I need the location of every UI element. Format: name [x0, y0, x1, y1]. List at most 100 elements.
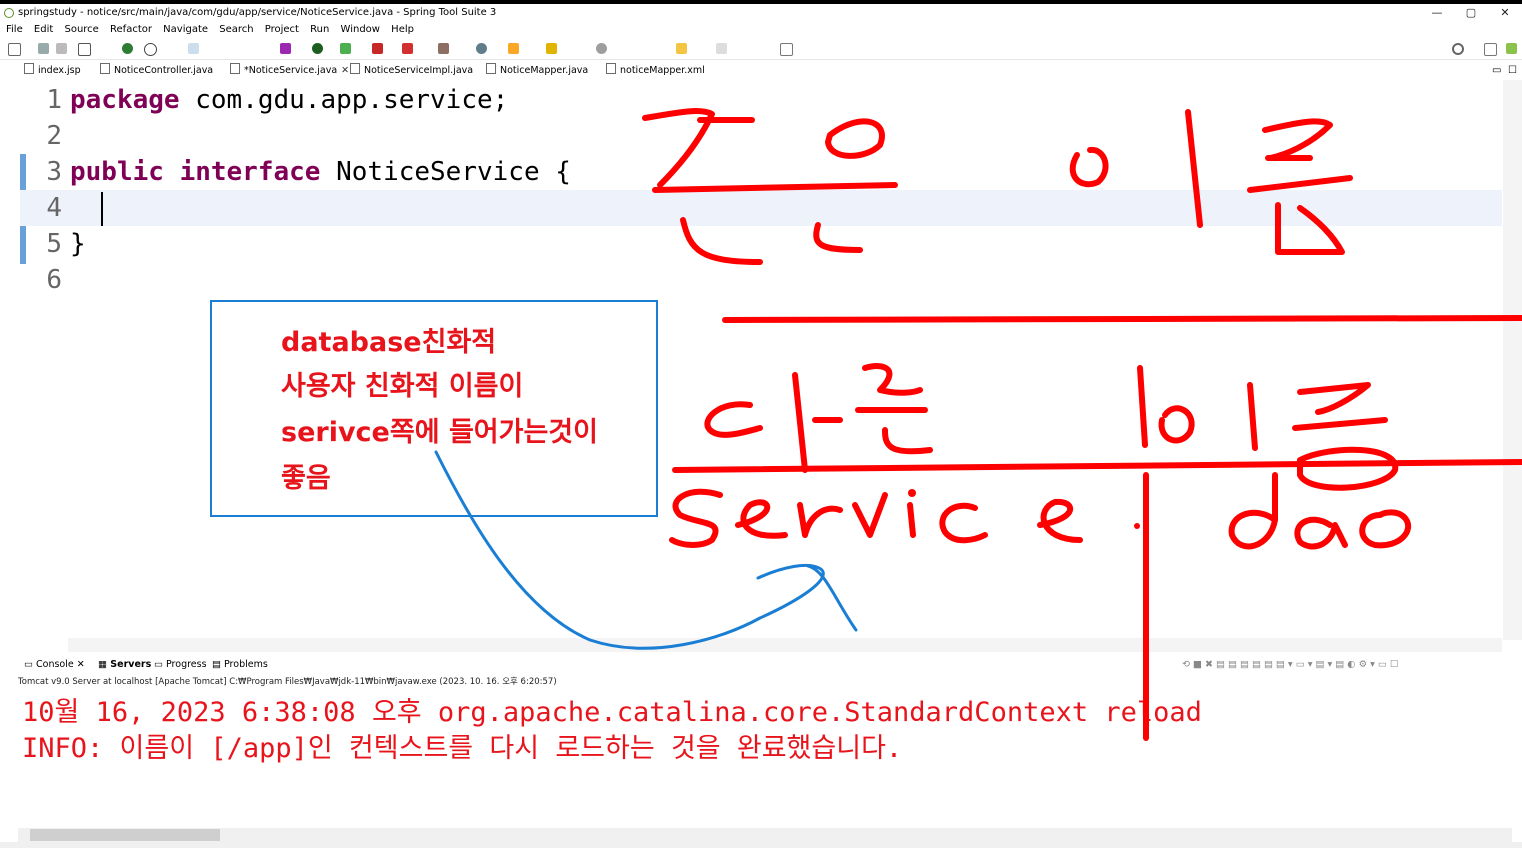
minimize-button[interactable]: —	[1420, 4, 1454, 22]
menu-help[interactable]: Help	[391, 22, 414, 38]
editor-horizontal-scrollbar[interactable]	[68, 638, 1502, 652]
save-all-icon[interactable]	[56, 43, 67, 54]
coverage-icon[interactable]	[340, 43, 351, 54]
code-text: public interface NoticeService {	[70, 157, 571, 187]
note-line: 좋음	[281, 463, 331, 494]
menu-edit[interactable]: Edit	[34, 22, 53, 38]
xml-file-icon	[606, 63, 616, 74]
open-perspective-icon[interactable]	[1484, 43, 1497, 56]
maximize-button[interactable]: ▢	[1454, 4, 1488, 22]
java-file-icon	[100, 63, 110, 74]
editor-vertical-scrollbar[interactable]	[1503, 80, 1522, 640]
tab-label: noticeMapper.xml	[620, 65, 705, 76]
line-number: 1	[46, 85, 62, 115]
note-line: serivce쪽에 들어가는것이	[281, 417, 598, 448]
file-icon	[24, 63, 34, 74]
console-line: INFO: 이름이 [/app]인 컨텍스트를 다시 로드하는 것을 완료했습니…	[22, 733, 903, 764]
code-line: 6	[20, 262, 1502, 298]
tab-notice-controller[interactable]: NoticeController.java	[100, 62, 213, 80]
java-file-icon	[350, 63, 360, 74]
new-server-icon[interactable]	[438, 43, 449, 54]
servers-icon: ▦	[98, 659, 111, 670]
tab-servers[interactable]: ▦ Servers	[98, 656, 151, 674]
console-view-tabs: ▭ Console ✕ ▦ Servers ▭ Progress ▤ Probl…	[20, 656, 1520, 674]
menu-window[interactable]: Window	[341, 22, 380, 38]
back-icon[interactable]	[676, 43, 687, 54]
left-trim	[0, 62, 18, 652]
status-bar	[0, 842, 1522, 848]
note-line: 사용자 친화적 이름이	[281, 371, 524, 402]
search-icon[interactable]	[1452, 43, 1464, 55]
tab-notice-service[interactable]: *NoticeService.java ✕	[230, 62, 350, 80]
tab-notice-mapper-xml[interactable]: noticeMapper.xml	[606, 62, 705, 80]
line-number: 2	[46, 121, 62, 151]
pen-icon[interactable]	[546, 43, 557, 54]
console-process-info: Tomcat v9.0 Server at localhost [Apache …	[18, 677, 557, 687]
code-line-current: 4	[20, 190, 1502, 226]
code-line: 2	[20, 118, 1502, 154]
menu-file[interactable]: File	[6, 22, 23, 38]
console-toolbar[interactable]: ⟲ ■ ✖ ▤ ▤ ▤ ▤ ▤ ▤ ▾ ▭ ▾ ▤ ▾ ▤ ◐ ⚙ ▾ ▭ ☐	[1182, 656, 1398, 674]
note-line: database친화적	[281, 327, 497, 358]
open-type-icon[interactable]	[476, 43, 487, 54]
spring-perspective-icon[interactable]	[1506, 43, 1517, 54]
menu-search[interactable]: Search	[219, 22, 253, 38]
tab-label: NoticeController.java	[114, 65, 214, 76]
globe-icon[interactable]	[596, 43, 607, 54]
close-tab-icon[interactable]: ✕	[341, 65, 349, 76]
minimize-editor-icon[interactable]: ▭	[1492, 62, 1501, 80]
scrollbar-thumb[interactable]	[30, 829, 220, 841]
line-number: 5	[46, 229, 62, 259]
tab-label: NoticeServiceImpl.java	[364, 65, 474, 76]
java-file-icon	[230, 63, 240, 74]
console-horizontal-scrollbar[interactable]	[18, 828, 1512, 842]
save-icon[interactable]	[38, 43, 49, 54]
refresh-icon[interactable]	[144, 43, 157, 56]
close-button[interactable]: ✕	[1488, 4, 1522, 22]
code-text: }	[70, 229, 86, 259]
console-line: 10월 16, 2023 6:38:08 오후 org.apache.catal…	[22, 697, 1202, 728]
tab-problems[interactable]: ▤ Problems	[212, 656, 268, 674]
stop-icon[interactable]	[372, 43, 383, 54]
spring-boot-icon[interactable]	[122, 43, 133, 54]
line-number: 4	[46, 193, 62, 223]
open-folder-icon[interactable]	[508, 43, 519, 54]
main-toolbar	[0, 39, 1522, 60]
problems-icon: ▤	[212, 659, 224, 670]
text-caret	[101, 192, 103, 226]
new-icon[interactable]	[8, 43, 21, 56]
tab-index-jsp[interactable]: index.jsp	[24, 62, 81, 80]
debug-icon[interactable]	[280, 43, 291, 54]
tab-notice-mapper-java[interactable]: NoticeMapper.java	[486, 62, 588, 80]
line-number: 6	[46, 265, 62, 295]
menu-navigate[interactable]: Navigate	[163, 22, 208, 38]
external-tools-icon[interactable]	[402, 43, 413, 54]
tab-notice-service-impl[interactable]: NoticeServiceImpl.java	[350, 62, 473, 80]
print-icon[interactable]	[78, 43, 91, 56]
code-line: 5 }	[20, 226, 1502, 262]
console-icon: ▭	[24, 659, 36, 670]
tab-progress[interactable]: ▭ Progress	[154, 656, 207, 674]
maximize-editor-icon[interactable]: ☐	[1508, 62, 1517, 80]
code-line: 3 public interface NoticeService {	[20, 154, 1502, 190]
progress-icon: ▭	[154, 659, 166, 670]
tab-label: NoticeMapper.java	[500, 65, 589, 76]
menu-project[interactable]: Project	[265, 22, 299, 38]
editor-tabs: index.jsp NoticeController.java *NoticeS…	[20, 62, 1517, 80]
forward-icon[interactable]	[716, 43, 727, 54]
code-text: package com.gdu.app.service;	[70, 85, 509, 115]
tab-console[interactable]: ▭ Console ✕	[24, 656, 85, 674]
tab-label: *NoticeService.java	[244, 65, 338, 76]
tab-label: index.jsp	[38, 65, 81, 76]
menu-source[interactable]: Source	[64, 22, 98, 38]
menu-run[interactable]: Run	[310, 22, 329, 38]
annotation-note-box: database친화적 사용자 친화적 이름이 serivce쪽에 들어가는것이…	[210, 300, 658, 517]
mark-occurrences-icon[interactable]	[188, 43, 199, 54]
pin-editor-icon[interactable]	[780, 43, 793, 56]
spring-tool-suite-icon	[4, 8, 14, 18]
console-output[interactable]: 10월 16, 2023 6:38:08 오후 org.apache.catal…	[18, 688, 1512, 828]
line-number: 3	[46, 157, 62, 187]
menu-refactor[interactable]: Refactor	[110, 22, 152, 38]
java-file-icon	[486, 63, 496, 74]
run-icon[interactable]	[312, 43, 323, 54]
